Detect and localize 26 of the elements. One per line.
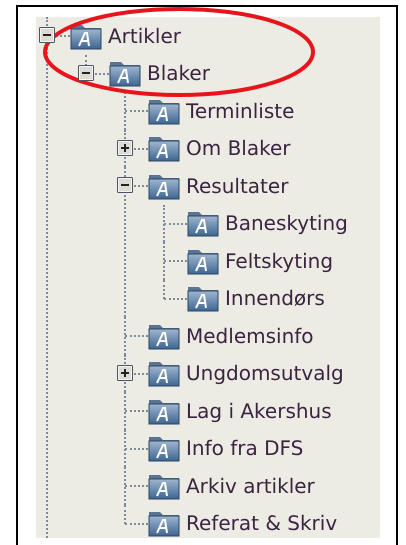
expand-toggle[interactable] <box>117 140 133 156</box>
tree-item-label[interactable]: Medlemsinfo <box>186 324 314 348</box>
folder-icon <box>109 59 141 88</box>
expand-toggle[interactable] <box>117 364 133 380</box>
tree-item-label[interactable]: Blaker <box>147 61 210 86</box>
tree-item-label[interactable]: Ungdomsutvalg <box>186 361 344 386</box>
tree-item-label[interactable]: Om Blaker <box>186 136 291 160</box>
tree-item-label[interactable]: Lag i Akershus <box>186 398 332 423</box>
folder-icon <box>148 134 180 162</box>
tree-item-label[interactable]: Terminliste <box>186 98 294 123</box>
folder-icon <box>148 509 180 538</box>
tree-item-label[interactable]: Referat & Skriv <box>186 511 338 536</box>
tree-item-label[interactable]: Baneskyting <box>225 211 348 236</box>
collapse-toggle[interactable] <box>117 177 133 193</box>
folder-icon <box>148 434 180 462</box>
tree-item-label[interactable]: Innendørs <box>225 286 325 310</box>
tree-item-label[interactable]: Info fra DFS <box>186 436 304 460</box>
tree-item-label[interactable]: Artikler <box>108 24 181 48</box>
tree-item-label[interactable]: Feltskyting <box>225 248 334 273</box>
tree-item-label[interactable]: Arkiv artikler <box>186 474 315 498</box>
folder-icon <box>187 209 219 238</box>
folder-icon <box>148 359 180 388</box>
tree-item-label[interactable]: Resultater <box>186 174 288 198</box>
collapse-toggle[interactable] <box>78 64 94 80</box>
collapse-toggle[interactable] <box>39 27 55 43</box>
folder-icon <box>187 284 219 312</box>
